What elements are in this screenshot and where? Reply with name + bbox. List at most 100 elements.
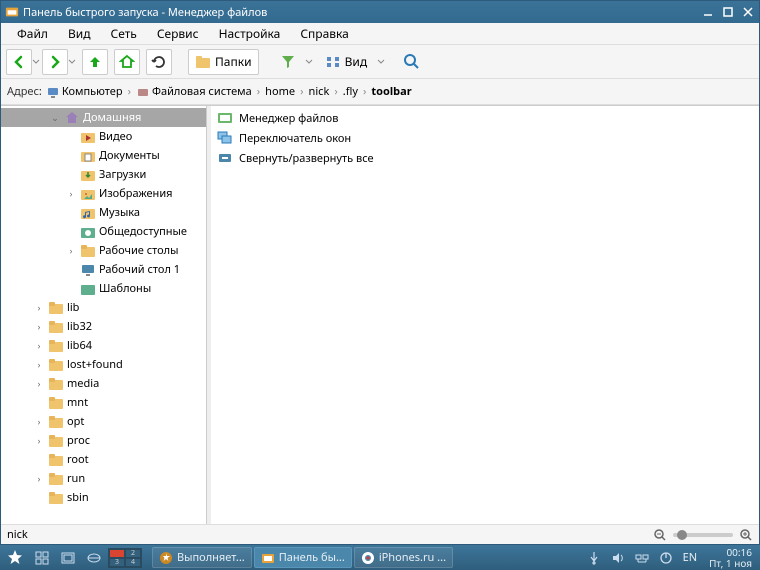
- file-item[interactable]: Свернуть/развернуть все: [213, 148, 757, 168]
- file-item[interactable]: Переключатель окон: [213, 128, 757, 148]
- tree-item[interactable]: Документы: [1, 146, 206, 165]
- filter-dropdown[interactable]: [304, 58, 314, 66]
- view-label: Вид: [345, 53, 368, 70]
- crumb-home[interactable]: home: [265, 84, 295, 99]
- documents-icon: [80, 148, 96, 164]
- folders-label: Папки: [215, 53, 252, 70]
- tree-item[interactable]: ›lib32: [1, 317, 206, 336]
- tree-item[interactable]: Шаблоны: [1, 279, 206, 298]
- start-button[interactable]: [2, 547, 28, 568]
- statusbar: nick: [1, 524, 759, 544]
- menu-settings[interactable]: Настройка: [209, 23, 291, 44]
- workspace-1[interactable]: [109, 549, 125, 558]
- tree-item[interactable]: ›lib: [1, 298, 206, 317]
- crumb-nick[interactable]: nick: [309, 84, 330, 99]
- tree-item-label: opt: [67, 414, 84, 429]
- reload-button[interactable]: [146, 49, 172, 75]
- crumb-computer[interactable]: Компьютер: [46, 84, 123, 99]
- folder-tree[interactable]: ⌄Домашняя Видео ДокументыЗагрузки›Изображе…: [1, 106, 207, 524]
- back-button[interactable]: [6, 49, 32, 75]
- tree-item[interactable]: ›lost+found: [1, 355, 206, 374]
- volume-icon[interactable]: [607, 547, 629, 568]
- workspace-pager[interactable]: 2 3 4: [108, 548, 142, 568]
- up-button[interactable]: [82, 49, 108, 75]
- view-button[interactable]: Вид: [319, 49, 374, 75]
- power-icon[interactable]: [655, 547, 677, 568]
- zoom-out-icon[interactable]: [653, 528, 667, 542]
- back-dropdown[interactable]: [31, 58, 41, 66]
- maximize-button[interactable]: [721, 5, 735, 19]
- menu-view[interactable]: Вид: [58, 23, 101, 44]
- folders-toggle[interactable]: Папки: [188, 49, 259, 75]
- minimize-button[interactable]: [701, 5, 715, 19]
- task-1[interactable]: Выполняет...: [152, 547, 252, 568]
- file-item[interactable]: Менеджер файлов: [213, 108, 757, 128]
- forward-dropdown[interactable]: [67, 58, 77, 66]
- zoom-in-icon[interactable]: [739, 528, 753, 542]
- tree-item[interactable]: Загрузки: [1, 165, 206, 184]
- tree-item-label: Рабочий стол 1: [99, 262, 180, 277]
- task-2[interactable]: Панель бы...: [254, 547, 352, 568]
- crumb-toolbar[interactable]: toolbar: [371, 84, 411, 99]
- crumb-fly[interactable]: .fly: [343, 84, 358, 99]
- tree-item[interactable]: ›run: [1, 469, 206, 488]
- tree-item[interactable]: Музыка: [1, 203, 206, 222]
- chevron-right-icon: ›: [334, 84, 337, 99]
- folder-icon: [48, 414, 64, 430]
- expand-icon[interactable]: ›: [65, 244, 77, 257]
- tree-item[interactable]: ›proc: [1, 431, 206, 450]
- filter-button[interactable]: [275, 49, 301, 75]
- search-button[interactable]: [399, 49, 425, 75]
- expand-icon[interactable]: ›: [33, 434, 45, 447]
- usb-icon[interactable]: [583, 547, 605, 568]
- tree-item-label: Видео: [99, 129, 132, 144]
- show-desktop-button[interactable]: [30, 547, 54, 568]
- tree-item[interactable]: ›media: [1, 374, 206, 393]
- zoom-slider[interactable]: [673, 533, 733, 537]
- tree-item[interactable]: Видео: [1, 127, 206, 146]
- expand-icon[interactable]: ›: [65, 187, 77, 200]
- menu-file[interactable]: Файл: [7, 23, 58, 44]
- clock[interactable]: 00:16 Пт, 1 ноя: [703, 547, 758, 569]
- keyboard-layout[interactable]: EN: [679, 550, 701, 565]
- expand-icon[interactable]: ›: [33, 320, 45, 333]
- tray-button[interactable]: [82, 547, 106, 568]
- expand-icon[interactable]: ›: [33, 415, 45, 428]
- workspace-4[interactable]: 4: [125, 558, 141, 567]
- expand-icon[interactable]: ›: [33, 377, 45, 390]
- task-3[interactable]: iPhones.ru ...: [354, 547, 453, 568]
- tree-item[interactable]: root: [1, 450, 206, 469]
- forward-button[interactable]: [42, 49, 68, 75]
- titlebar[interactable]: Панель быстрого запуска - Менеджер файло…: [1, 1, 759, 23]
- menu-help[interactable]: Справка: [290, 23, 359, 44]
- tree-item[interactable]: ⌄Домашняя: [1, 108, 206, 127]
- expand-icon[interactable]: ›: [33, 339, 45, 352]
- chevron-right-icon: ›: [363, 84, 366, 99]
- crumb-filesystem[interactable]: Файловая система: [136, 84, 252, 99]
- tree-item[interactable]: ›lib64: [1, 336, 206, 355]
- tree-item[interactable]: mnt: [1, 393, 206, 412]
- menu-service[interactable]: Сервис: [147, 23, 209, 44]
- tree-item[interactable]: Общедоступные: [1, 222, 206, 241]
- home-button[interactable]: [114, 49, 140, 75]
- workspace-2[interactable]: 2: [125, 549, 141, 558]
- workspace-3[interactable]: 3: [109, 558, 125, 567]
- close-button[interactable]: [741, 5, 755, 19]
- tree-item[interactable]: sbin: [1, 488, 206, 507]
- view-dropdown[interactable]: [376, 58, 386, 66]
- menu-network[interactable]: Сеть: [101, 23, 147, 44]
- expand-icon[interactable]: ›: [33, 358, 45, 371]
- expand-icon[interactable]: ›: [33, 472, 45, 485]
- network-icon[interactable]: [631, 547, 653, 568]
- templates-icon: [80, 281, 96, 297]
- file-list[interactable]: Менеджер файловПереключатель оконСвернут…: [211, 106, 759, 524]
- folder-icon: [48, 319, 64, 335]
- window-list-button[interactable]: [56, 547, 80, 568]
- expand-icon[interactable]: ⌄: [49, 111, 61, 124]
- expand-icon[interactable]: ›: [33, 301, 45, 314]
- tree-item[interactable]: Рабочий стол 1: [1, 260, 206, 279]
- tree-item[interactable]: ›Рабочие столы: [1, 241, 206, 260]
- tree-item-label: sbin: [67, 490, 89, 505]
- tree-item[interactable]: › opt: [1, 412, 206, 431]
- tree-item[interactable]: ›Изображения: [1, 184, 206, 203]
